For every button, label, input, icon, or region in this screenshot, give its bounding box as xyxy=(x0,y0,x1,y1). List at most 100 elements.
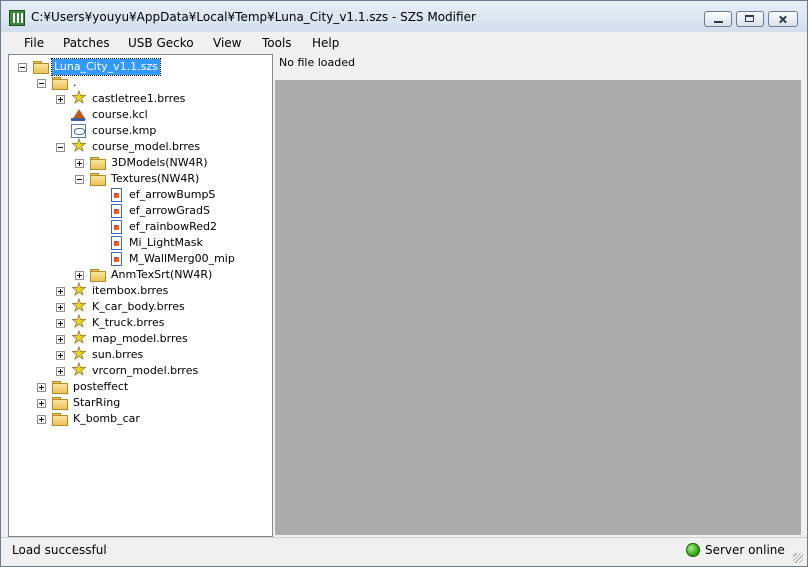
expand-icon[interactable] xyxy=(75,271,84,280)
server-status-label: Server online xyxy=(705,543,785,557)
tree-node-label: AnmTexSrt(NW4R) xyxy=(111,268,213,281)
window-title: C:¥Users¥youyu¥AppData¥Local¥Temp¥Luna_C… xyxy=(31,10,476,24)
tree-node-label: K_car_body.brres xyxy=(92,300,185,313)
expand-icon[interactable] xyxy=(56,319,65,328)
expand-icon[interactable] xyxy=(75,159,84,168)
tree-node-label: course_model.brres xyxy=(92,140,201,153)
collapse-icon[interactable] xyxy=(37,79,46,88)
tree-node-label: course.kcl xyxy=(92,108,148,121)
menu-view[interactable]: View xyxy=(213,36,241,50)
tree-node-3dmodels[interactable]: 3DModels(NW4R) xyxy=(9,155,269,171)
collapse-icon[interactable] xyxy=(56,143,65,152)
tree-node-texture[interactable]: ef_arrowGradS xyxy=(9,203,269,219)
tree-node-textures[interactable]: Textures(NW4R) xyxy=(9,171,269,187)
tree-node-label: ef_arrowBumpS xyxy=(129,188,216,201)
tree-node-texture[interactable]: M_WallMerg00_mip xyxy=(9,251,269,267)
tree-node-starring[interactable]: StarRing xyxy=(9,395,269,411)
tree-node-label: vrcorn_model.brres xyxy=(92,364,199,377)
tree-node-texture[interactable]: ef_rainbowRed2 xyxy=(9,219,269,235)
file-tree[interactable]: Luna_City_v1.1.szs . ★ castletree1.brres… xyxy=(8,54,273,537)
tree-node-label: K_bomb_car xyxy=(73,412,140,425)
tree-node-k-car-body[interactable]: ★ K_car_body.brres xyxy=(9,297,269,315)
tree-node-label: ef_arrowGradS xyxy=(129,204,210,217)
tree-node-label: sun.brres xyxy=(92,348,144,361)
folder-icon xyxy=(90,269,106,282)
preview-header: No file loaded xyxy=(275,54,801,80)
tree-node-course-kmp[interactable]: course.kmp xyxy=(9,123,269,139)
resize-grip-icon[interactable] xyxy=(793,553,803,563)
tree-node-label: posteffect xyxy=(73,380,129,393)
expand-icon[interactable] xyxy=(56,95,65,104)
tree-node-course-kcl[interactable]: course.kcl xyxy=(9,107,269,123)
server-status-icon xyxy=(686,543,700,557)
tree-node-vrcorn-model[interactable]: ★ vrcorn_model.brres xyxy=(9,360,269,380)
expand-icon[interactable] xyxy=(56,287,65,296)
tree-node-sun[interactable]: ★ sun.brres xyxy=(9,345,269,363)
tree-node-posteffect[interactable]: posteffect xyxy=(9,379,269,395)
brres-star-icon: ★ xyxy=(71,88,87,108)
texture-icon xyxy=(111,236,122,250)
tree-node-label: ef_rainbowRed2 xyxy=(129,220,218,233)
tree-node-castletree[interactable]: ★ castletree1.brres xyxy=(9,88,269,108)
no-file-label: No file loaded xyxy=(279,56,355,69)
tree-node-dot[interactable]: . xyxy=(9,75,269,91)
expand-icon[interactable] xyxy=(56,335,65,344)
folder-icon xyxy=(52,381,68,394)
texture-icon xyxy=(111,188,122,202)
menu-usb-gecko[interactable]: USB Gecko xyxy=(128,36,194,50)
menu-tools[interactable]: Tools xyxy=(262,36,292,50)
texture-icon xyxy=(111,204,122,218)
menu-help[interactable]: Help xyxy=(312,36,339,50)
tree-node-label: Mi_LightMask xyxy=(129,236,203,249)
tree-node-label: StarRing xyxy=(73,396,121,409)
title-bar[interactable]: C:¥Users¥youyu¥AppData¥Local¥Temp¥Luna_C… xyxy=(1,1,807,32)
folder-icon xyxy=(52,413,68,426)
expand-icon[interactable] xyxy=(37,383,46,392)
expand-icon[interactable] xyxy=(37,415,46,424)
tree-node-label: map_model.brres xyxy=(92,332,188,345)
tree-node-label: course.kmp xyxy=(92,124,157,137)
tree-node-texture[interactable]: ef_arrowBumpS xyxy=(9,187,269,203)
tree-node-k-truck[interactable]: ★ K_truck.brres xyxy=(9,313,269,331)
tree-node-label: Luna_City_v1.1.szs xyxy=(51,58,161,76)
menu-patches[interactable]: Patches xyxy=(63,36,110,50)
tree-node-label: itembox.brres xyxy=(92,284,169,297)
collapse-icon[interactable] xyxy=(18,63,27,72)
status-bar: Load successful Server online xyxy=(1,537,807,566)
tree-node-itembox[interactable]: ★ itembox.brres xyxy=(9,281,269,299)
tree-node-label: K_truck.brres xyxy=(92,316,165,329)
menu-file[interactable]: File xyxy=(24,36,44,50)
brres-star-icon: ★ xyxy=(71,360,87,380)
minimize-button[interactable] xyxy=(704,11,732,27)
texture-icon xyxy=(111,252,122,266)
menu-bar: File Patches USB Gecko View Tools Help xyxy=(1,32,807,54)
tree-node-k-bomb-car[interactable]: K_bomb_car xyxy=(9,411,269,427)
kcl-icon xyxy=(71,108,87,122)
tree-node-map-model[interactable]: ★ map_model.brres xyxy=(9,329,269,347)
close-button[interactable] xyxy=(768,11,798,27)
expand-icon[interactable] xyxy=(56,303,65,312)
tree-node-label: castletree1.brres xyxy=(92,92,186,105)
tree-node-course-model[interactable]: ★ course_model.brres xyxy=(9,136,269,156)
folder-icon xyxy=(90,157,106,170)
maximize-button[interactable] xyxy=(736,11,764,27)
folder-icon xyxy=(52,77,68,90)
brres-star-icon: ★ xyxy=(71,136,87,156)
tree-node-root[interactable]: Luna_City_v1.1.szs xyxy=(9,58,269,76)
expand-icon[interactable] xyxy=(37,399,46,408)
status-message: Load successful xyxy=(12,543,107,557)
folder-icon xyxy=(33,61,49,74)
tree-node-label: 3DModels(NW4R) xyxy=(111,156,208,169)
folder-icon xyxy=(90,173,106,186)
tree-node-label: M_WallMerg00_mip xyxy=(129,252,235,265)
tree-node-label: Textures(NW4R) xyxy=(111,172,200,185)
app-icon xyxy=(9,10,25,26)
collapse-icon[interactable] xyxy=(75,175,84,184)
texture-icon xyxy=(111,220,122,234)
expand-icon[interactable] xyxy=(56,351,65,360)
folder-icon xyxy=(52,397,68,410)
tree-node-texture[interactable]: Mi_LightMask xyxy=(9,235,269,251)
app-window: C:¥Users¥youyu¥AppData¥Local¥Temp¥Luna_C… xyxy=(0,0,808,567)
tree-node-anmtexsrt[interactable]: AnmTexSrt(NW4R) xyxy=(9,267,269,283)
expand-icon[interactable] xyxy=(56,367,65,376)
